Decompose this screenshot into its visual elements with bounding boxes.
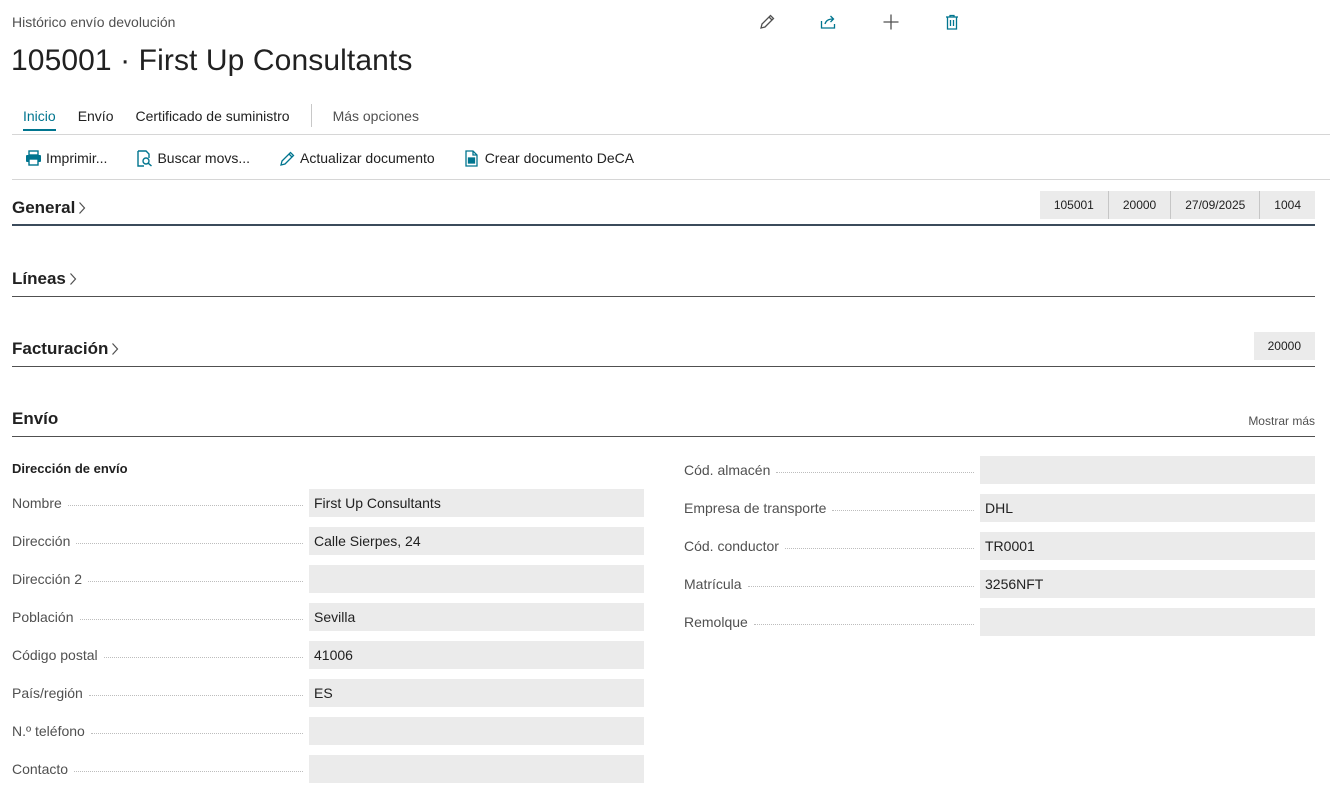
chevron-right-icon [110,342,120,356]
field-label: Dirección [12,533,71,549]
field-remolque: Remolque [684,608,1315,636]
field-direccion-2: Dirección 2 [12,565,644,593]
summary-chip: 27/09/2025 [1170,191,1260,219]
postcode-input[interactable]: 41006 [309,641,644,669]
section-facturacion-toggle[interactable]: Facturación [12,339,120,359]
create-deca-label: Crear documento DeCA [484,150,635,166]
field-label: N.º teléfono [12,723,85,739]
print-button-label: Imprimir... [46,150,108,166]
field-label: Cód. almacén [684,462,771,478]
contact-input[interactable] [309,755,644,783]
tab-certificado-suministro[interactable]: Certificado de suministro [125,104,301,128]
address2-input[interactable] [309,565,644,593]
field-label: Nombre [12,495,62,511]
field-label: Población [12,609,74,625]
find-entries-button[interactable]: Buscar movs... [135,145,250,171]
section-envio: Envío Mostrar más [12,401,1315,437]
section-divider [12,436,1315,437]
address-input[interactable]: Calle Sierpes, 24 [309,527,644,555]
field-label: Contacto [12,761,69,777]
section-lineas-title: Líneas [12,269,66,288]
document-create-icon [463,149,481,167]
pencil-icon [278,149,296,167]
delete-icon[interactable] [940,10,964,34]
section-lineas: Líneas [12,261,1315,297]
city-input[interactable]: Sevilla [309,603,644,631]
field-label: Empresa de transporte [684,500,827,516]
show-more-link[interactable]: Mostrar más [1248,414,1315,428]
field-label: Código postal [12,647,98,663]
field-label: Matrícula [684,576,742,592]
section-divider [12,224,1315,226]
print-button[interactable]: Imprimir... [24,145,107,171]
field-matricula: Matrícula 3256NFT [684,570,1315,598]
field-codigo-postal: Código postal 41006 [12,641,644,669]
action-bar: Imprimir... Buscar movs... Actualizar do… [24,145,662,171]
section-lineas-toggle[interactable]: Líneas [12,269,78,289]
section-divider [12,366,1315,367]
field-contacto: Contacto [12,755,644,783]
facturacion-summary-chips: 20000 [1253,332,1315,360]
tab-separator [310,104,312,127]
field-telefono: N.º teléfono [12,717,644,745]
field-cod-almacen: Cód. almacén [684,456,1315,484]
field-label: País/región [12,685,83,701]
field-label: Remolque [684,614,748,630]
field-cod-conductor: Cód. conductor TR0001 [684,532,1315,560]
update-document-button[interactable]: Actualizar documento [278,145,435,171]
driver-code-input[interactable]: TR0001 [980,532,1315,560]
tab-bar: Inicio Envío Certificado de suministro M… [12,104,430,131]
tab-more-options[interactable]: Más opciones [322,104,430,128]
actions-divider [12,179,1330,180]
summary-chip: 20000 [1253,332,1315,360]
shipping-agent-input[interactable]: DHL [980,494,1315,522]
field-poblacion: Población Sevilla [12,603,644,631]
section-general-toggle[interactable]: General [12,198,87,218]
summary-chip: 20000 [1107,191,1171,219]
section-facturacion: Facturación 20000 [12,331,1315,367]
create-deca-button[interactable]: Crear documento DeCA [463,145,634,171]
field-label: Cód. conductor [684,538,779,554]
section-envio-title: Envío [12,409,59,428]
find-entries-icon [135,149,153,167]
update-document-label: Actualizar documento [300,150,435,166]
trailer-input[interactable] [980,608,1315,636]
license-plate-input[interactable]: 3256NFT [980,570,1315,598]
find-entries-label: Buscar movs... [157,150,251,166]
page-caption: Histórico envío devolución [12,14,176,30]
tab-inicio[interactable]: Inicio [12,104,67,131]
summary-chip: 105001 [1039,191,1108,219]
page-title: 105001 · First Up Consultants [11,44,413,77]
section-general-title: General [12,198,76,217]
tab-envio[interactable]: Envío [67,104,125,128]
shipping-address-heading: Dirección de envío [12,461,128,476]
name-input[interactable]: First Up Consultants [309,489,644,517]
summary-chip: 1004 [1259,191,1315,219]
field-empresa-transporte: Empresa de transporte DHL [684,494,1315,522]
edit-icon[interactable] [755,10,779,34]
general-summary-chips: 105001 20000 27/09/2025 1004 [1039,191,1315,219]
tabs-divider [12,134,1330,135]
country-input[interactable]: ES [309,679,644,707]
section-facturacion-title: Facturación [12,339,109,358]
field-direccion: Dirección Calle Sierpes, 24 [12,527,644,555]
field-pais-region: País/región ES [12,679,644,707]
chevron-right-icon [77,201,87,215]
add-icon[interactable] [879,10,903,34]
phone-input[interactable] [309,717,644,745]
section-general: General 105001 20000 27/09/2025 1004 [12,190,1315,226]
printer-icon [24,149,42,167]
section-divider [12,296,1315,297]
chevron-right-icon [68,272,78,286]
section-envio-toggle[interactable]: Envío [12,409,58,429]
field-nombre: Nombre First Up Consultants [12,489,644,517]
location-code-input[interactable] [980,456,1315,484]
share-icon[interactable] [816,10,840,34]
field-label: Dirección 2 [12,571,83,587]
